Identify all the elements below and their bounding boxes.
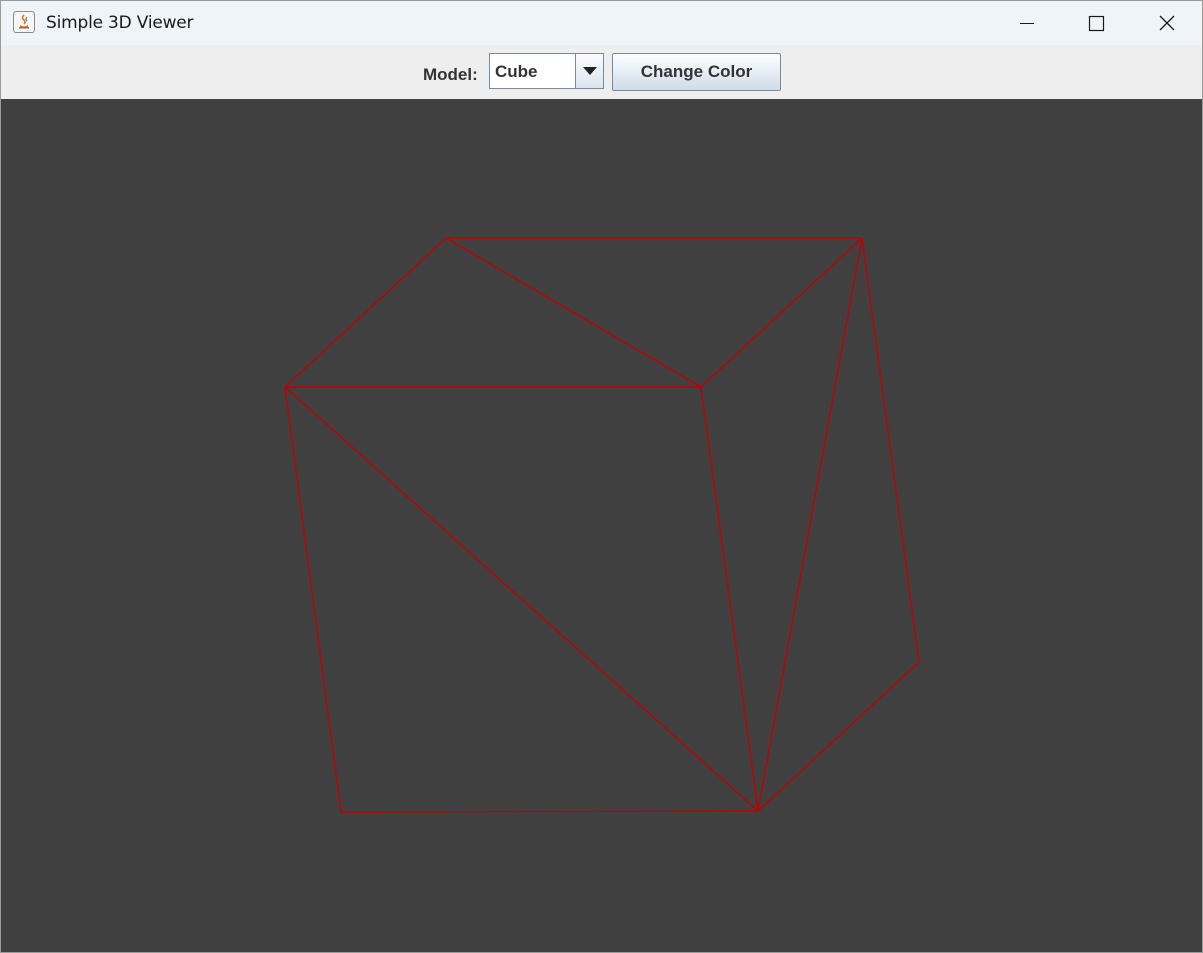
- title-bar[interactable]: Simple 3D Viewer: [1, 1, 1202, 45]
- edge: [861, 237, 920, 663]
- edge: [445, 237, 702, 388]
- model-select-dropdown-button[interactable]: [575, 54, 603, 88]
- toolbar: Model: Cube Change Color: [1, 45, 1202, 99]
- edge: [284, 386, 759, 812]
- edge: [284, 386, 342, 813]
- maximize-icon: [1088, 15, 1105, 32]
- edge: [340, 810, 759, 813]
- minimize-button[interactable]: [992, 1, 1062, 45]
- edge: [757, 237, 863, 812]
- window-title: Simple 3D Viewer: [46, 13, 194, 33]
- change-color-button[interactable]: Change Color: [612, 53, 781, 91]
- java-app-icon: [13, 11, 35, 33]
- maximize-button[interactable]: [1062, 1, 1132, 45]
- edge: [700, 386, 759, 812]
- wireframe-cube: [284, 237, 920, 813]
- model-label: Model:: [423, 65, 478, 84]
- model-select-value: Cube: [495, 62, 538, 81]
- chevron-down-icon: [583, 67, 597, 75]
- model-select[interactable]: Cube: [489, 53, 604, 89]
- minimize-icon: [1020, 23, 1034, 24]
- close-icon: [1159, 15, 1175, 31]
- 3d-viewport[interactable]: [1, 99, 1202, 952]
- close-button[interactable]: [1132, 1, 1202, 45]
- edge: [284, 237, 447, 388]
- app-window: Simple 3D Viewer Model: Cube Change Colo…: [0, 0, 1203, 953]
- edge: [757, 661, 920, 812]
- edge: [700, 237, 863, 388]
